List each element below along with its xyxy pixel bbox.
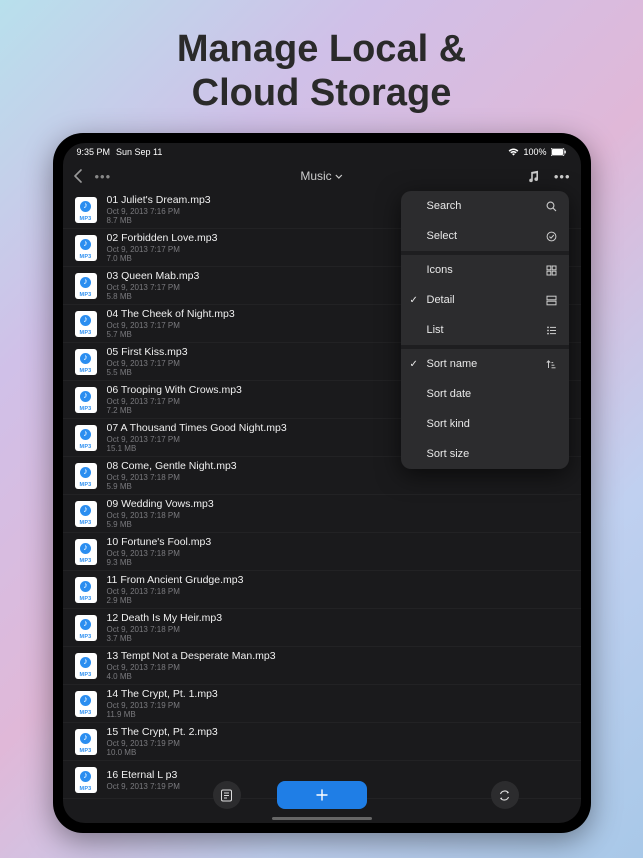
menu-view-icons[interactable]: Icons xyxy=(401,255,569,285)
folder-title-dropdown[interactable]: Music xyxy=(300,169,342,183)
file-row[interactable]: MP3 14 The Crypt, Pt. 1.mp3Oct 9, 2013 7:… xyxy=(63,685,581,723)
mp3-file-icon: MP3 xyxy=(75,767,97,793)
mp3-file-icon: MP3 xyxy=(75,501,97,527)
file-meta: Oct 9, 2013 7:18 PM2.9 MB xyxy=(107,587,569,605)
folder-title: Music xyxy=(300,169,331,183)
mp3-file-icon: MP3 xyxy=(75,273,97,299)
file-meta: Oct 9, 2013 7:18 PM4.0 MB xyxy=(107,663,569,681)
battery-icon xyxy=(551,148,567,156)
file-meta: Oct 9, 2013 7:18 PM5.9 MB xyxy=(107,473,569,491)
menu-select[interactable]: Select xyxy=(401,221,569,251)
search-icon xyxy=(546,201,557,212)
tablet-frame: 9:35 PM Sun Sep 11 100% ••• xyxy=(53,133,591,833)
file-meta: Oct 9, 2013 7:18 PM5.9 MB xyxy=(107,511,569,529)
sync-button[interactable] xyxy=(491,781,519,809)
mp3-file-icon: MP3 xyxy=(75,235,97,261)
file-name: 09 Wedding Vows.mp3 xyxy=(107,498,569,510)
sort-asc-icon xyxy=(546,359,557,370)
status-battery-pct: 100% xyxy=(523,147,546,157)
menu-search[interactable]: Search xyxy=(401,191,569,221)
mp3-file-icon: MP3 xyxy=(75,463,97,489)
wifi-icon xyxy=(508,148,519,156)
detail-icon xyxy=(546,295,557,306)
notes-button[interactable] xyxy=(213,781,241,809)
more-button-right[interactable]: ••• xyxy=(554,169,571,184)
list-icon xyxy=(546,325,557,336)
menu-view-list[interactable]: List xyxy=(401,315,569,345)
menu-sort-size[interactable]: Sort size xyxy=(401,439,569,469)
file-row[interactable]: MP3 11 From Ancient Grudge.mp3Oct 9, 2013… xyxy=(63,571,581,609)
file-row[interactable]: MP3 12 Death Is My Heir.mp3Oct 9, 2013 7:… xyxy=(63,609,581,647)
back-button[interactable] xyxy=(73,169,83,183)
notes-icon xyxy=(220,789,233,802)
mp3-file-icon: MP3 xyxy=(75,197,97,223)
more-button-left[interactable]: ••• xyxy=(95,169,112,184)
file-name: 16 Eternal L p3 xyxy=(107,769,569,781)
chevron-down-icon xyxy=(335,174,343,179)
status-bar: 9:35 PM Sun Sep 11 100% xyxy=(63,143,581,161)
hero-line2: Cloud Storage xyxy=(192,72,452,114)
status-time: 9:35 PM xyxy=(77,147,111,157)
menu-sort-date[interactable]: Sort date xyxy=(401,379,569,409)
mp3-file-icon: MP3 xyxy=(75,729,97,755)
status-date: Sun Sep 11 xyxy=(116,147,162,157)
hero-title: Manage Local & Cloud Storage xyxy=(0,0,643,133)
mp3-file-icon: MP3 xyxy=(75,577,97,603)
file-row[interactable]: MP3 10 Fortune's Fool.mp3Oct 9, 2013 7:18… xyxy=(63,533,581,571)
screen: 9:35 PM Sun Sep 11 100% ••• xyxy=(63,143,581,823)
file-meta: Oct 9, 2013 7:18 PM9.3 MB xyxy=(107,549,569,567)
grid-icon xyxy=(546,265,557,276)
file-name: 15 The Crypt, Pt. 2.mp3 xyxy=(107,726,569,738)
menu-view-detail[interactable]: Detail xyxy=(401,285,569,315)
file-row[interactable]: MP3 13 Tempt Not a Desperate Man.mp3Oct 9… xyxy=(63,647,581,685)
mp3-file-icon: MP3 xyxy=(75,615,97,641)
mp3-file-icon: MP3 xyxy=(75,311,97,337)
sync-icon xyxy=(498,789,511,802)
file-name: 11 From Ancient Grudge.mp3 xyxy=(107,574,569,586)
plus-icon xyxy=(315,788,329,802)
mp3-file-icon: MP3 xyxy=(75,425,97,451)
file-name: 12 Death Is My Heir.mp3 xyxy=(107,612,569,624)
menu-sort-name[interactable]: Sort name xyxy=(401,349,569,379)
hero-line1: Manage Local & xyxy=(177,28,466,70)
mp3-file-icon: MP3 xyxy=(75,387,97,413)
mp3-file-icon: MP3 xyxy=(75,691,97,717)
file-row[interactable]: MP3 09 Wedding Vows.mp3Oct 9, 2013 7:18 P… xyxy=(63,495,581,533)
navbar: ••• Music ••• xyxy=(63,161,581,191)
file-name: 13 Tempt Not a Desperate Man.mp3 xyxy=(107,650,569,662)
menu-sort-kind[interactable]: Sort kind xyxy=(401,409,569,439)
home-indicator[interactable] xyxy=(272,817,372,820)
file-meta: Oct 9, 2013 7:19 PM10.0 MB xyxy=(107,739,569,757)
file-name: 14 The Crypt, Pt. 1.mp3 xyxy=(107,688,569,700)
mp3-file-icon: MP3 xyxy=(75,653,97,679)
mp3-file-icon: MP3 xyxy=(75,539,97,565)
context-menu: Search Select Icons Detail List xyxy=(401,191,569,469)
mp3-file-icon: MP3 xyxy=(75,349,97,375)
file-name: 10 Fortune's Fool.mp3 xyxy=(107,536,569,548)
file-meta: Oct 9, 2013 7:19 PM11.9 MB xyxy=(107,701,569,719)
add-button[interactable] xyxy=(277,781,367,809)
select-icon xyxy=(546,231,557,242)
file-row[interactable]: MP3 15 The Crypt, Pt. 2.mp3Oct 9, 2013 7:… xyxy=(63,723,581,761)
file-meta: Oct 9, 2013 7:18 PM3.7 MB xyxy=(107,625,569,643)
music-icon[interactable] xyxy=(527,170,540,183)
